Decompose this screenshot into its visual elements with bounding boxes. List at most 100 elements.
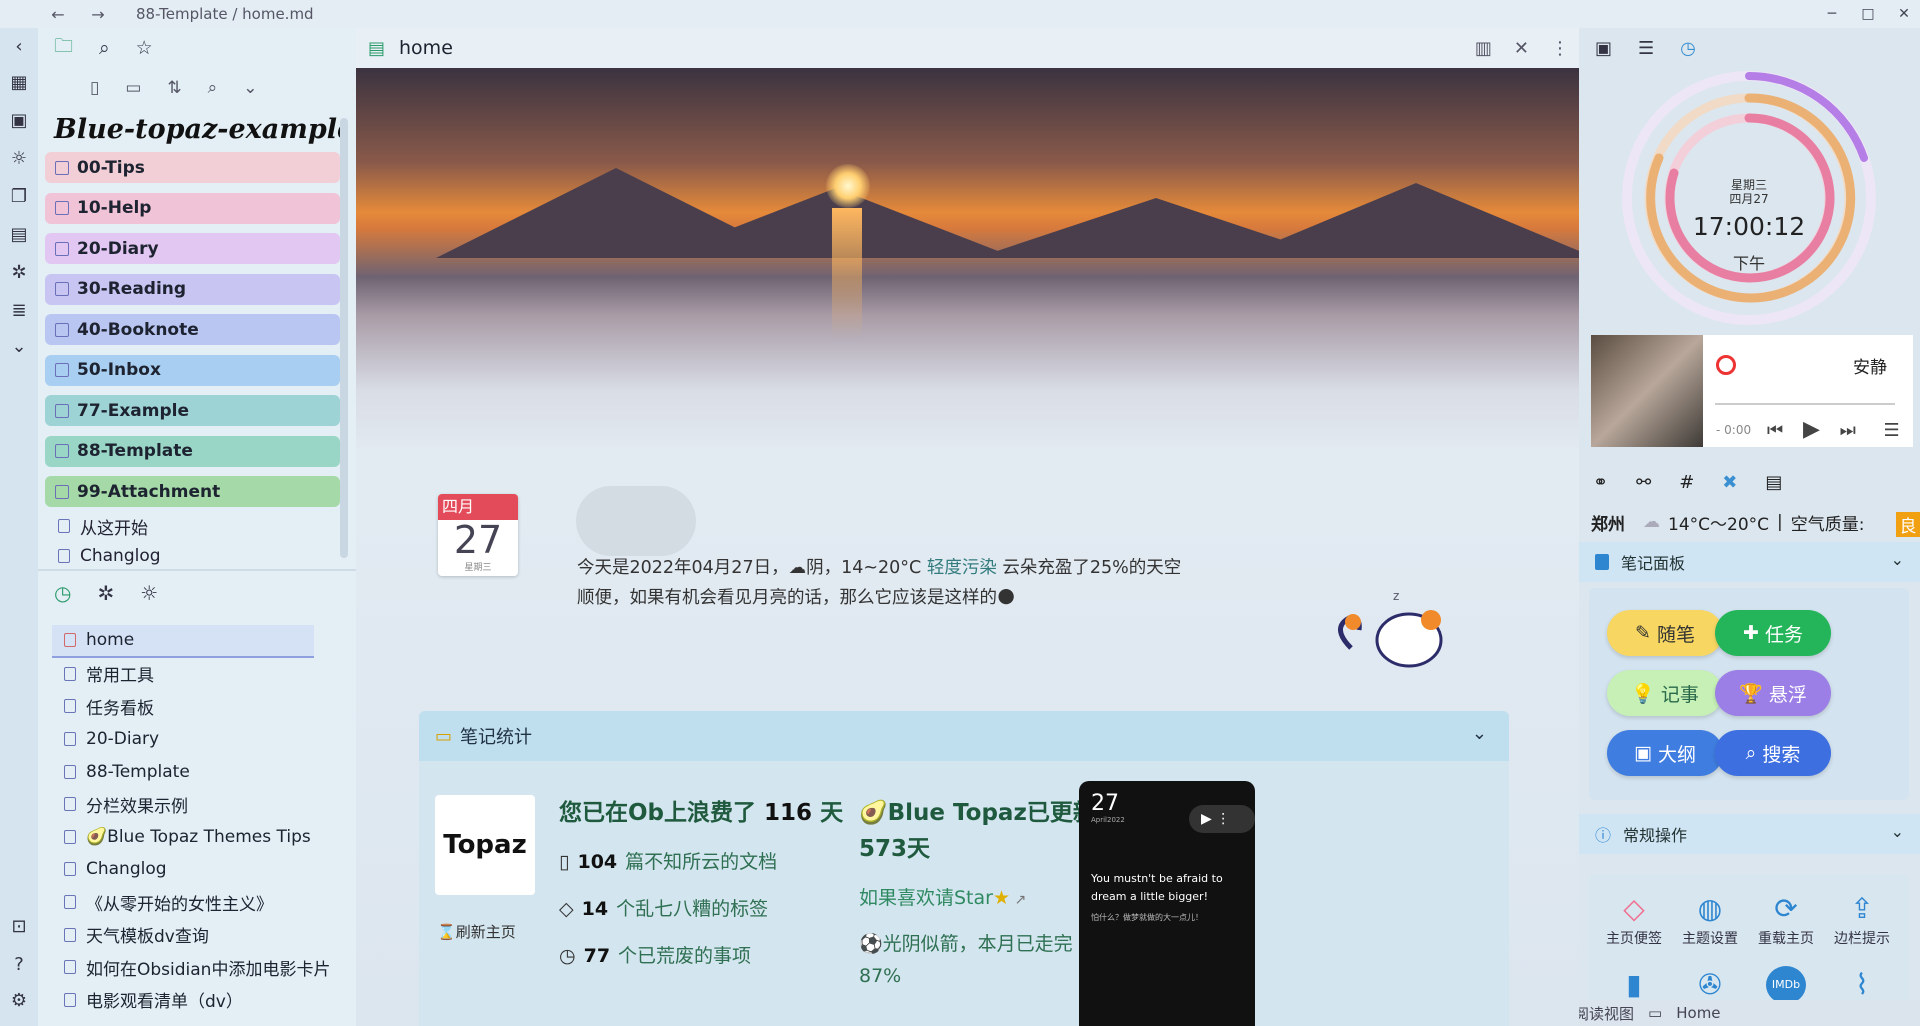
folder-10-help[interactable]: 10-Help xyxy=(45,192,340,224)
outline-icon[interactable]: ▤ xyxy=(1765,472,1782,493)
previous-track-icon[interactable]: ⏮ xyxy=(1767,420,1783,441)
help-icon[interactable]: ? xyxy=(0,954,38,975)
calendar-check-icon[interactable]: ▤ xyxy=(0,224,38,245)
reading-view-status[interactable]: 阅读视图 xyxy=(1579,1003,1634,1024)
stats-header[interactable]: ▭ 笔记统计 ⌄ xyxy=(419,711,1509,761)
folder-30-reading[interactable]: 30-Reading xyxy=(45,273,340,305)
graph-icon[interactable]: ✲ xyxy=(0,262,38,283)
bulb-icon[interactable]: ☼ xyxy=(140,581,158,605)
play-button[interactable]: ▶ ⋮ xyxy=(1189,805,1255,833)
calendar-weekday: 星期三 xyxy=(464,563,492,573)
file-item[interactable]: Changlog xyxy=(38,541,356,569)
home-note-op[interactable]: ◇ 主页便签 xyxy=(1599,890,1669,948)
file-icon xyxy=(64,633,76,648)
next-track-icon[interactable]: ⏭ xyxy=(1840,420,1856,441)
recent-item[interactable]: 电影观看清单（dv） xyxy=(38,984,356,1017)
folder-50-inbox[interactable]: 50-Inbox xyxy=(45,354,340,386)
folder-00-tips[interactable]: 00-Tips xyxy=(45,152,340,183)
tag-hash-icon[interactable]: # xyxy=(1679,472,1694,493)
clock-icon[interactable]: ◷ xyxy=(1680,38,1696,59)
recent-item[interactable]: 任务看板 xyxy=(38,690,356,723)
ops-panel-header[interactable]: ⓘ 常规操作 ⌄ xyxy=(1579,814,1920,854)
memo-button[interactable]: 💡 记事 xyxy=(1607,670,1723,716)
recent-item[interactable]: 天气模板dv查询 xyxy=(38,918,356,951)
search-button[interactable]: ⌕ 搜索 xyxy=(1715,730,1831,776)
folder-icon[interactable]: 🗀 xyxy=(54,32,73,64)
link-icon[interactable]: ⚭ xyxy=(1593,472,1608,493)
collapse-left-icon[interactable]: ‹ xyxy=(0,36,38,57)
chevron-down-icon[interactable]: ⌄ xyxy=(0,336,38,357)
refresh-home-link[interactable]: ⌛刷新主页 xyxy=(437,921,516,942)
search-files-icon[interactable]: ⌕ xyxy=(208,78,218,98)
minimize-button[interactable]: ─ xyxy=(1816,0,1848,28)
folder-icon xyxy=(55,444,69,458)
recent-item-home[interactable]: home xyxy=(52,625,314,658)
forward-arrow-icon[interactable]: → xyxy=(84,5,112,24)
more-options-icon[interactable]: ⋮ xyxy=(1551,38,1569,59)
music-time: - 0:00 xyxy=(1716,423,1752,437)
chevron-down-icon[interactable]: ⌄ xyxy=(1891,550,1904,569)
recent-item[interactable]: 88-Template xyxy=(38,755,356,788)
imdb-op[interactable]: IMDb xyxy=(1751,966,1821,1004)
settings-icon[interactable]: ⚙ xyxy=(0,990,38,1011)
tab-title[interactable]: home xyxy=(399,37,453,59)
theme-settings-op[interactable]: ◍ 主题设置 xyxy=(1675,890,1745,948)
reading-view-icon[interactable]: ▥ xyxy=(1475,38,1492,59)
recent-item[interactable]: 分栏效果示例 xyxy=(38,788,356,821)
folder-99-attachment[interactable]: 99-Attachment xyxy=(45,476,340,507)
clock-icon[interactable]: ◷ xyxy=(54,581,71,605)
unlink-icon[interactable]: ⚯ xyxy=(1636,472,1651,493)
chevron-down-icon[interactable]: ⌄ xyxy=(1891,822,1904,841)
graph-icon[interactable]: ✲ xyxy=(97,581,114,605)
float-button[interactable]: 🏆 悬浮 xyxy=(1715,670,1831,716)
new-note-icon[interactable]: ▯ xyxy=(90,78,99,98)
star-icon[interactable]: ☆ xyxy=(136,37,153,59)
close-icon[interactable]: ✕ xyxy=(1514,38,1529,59)
close-window-button[interactable]: ✕ xyxy=(1888,0,1920,28)
reload-home-op[interactable]: ⟳ 重载主页 xyxy=(1751,890,1821,948)
search-icon[interactable]: ⌕ xyxy=(99,37,110,59)
table-icon[interactable]: ▦ xyxy=(0,72,38,93)
folder-label: 30-Reading xyxy=(77,279,187,299)
note-panel-header[interactable]: 笔记面板 ⌄ xyxy=(1579,542,1920,582)
folder-40-booknote[interactable]: 40-Booknote xyxy=(45,314,340,345)
explorer-scrollbar[interactable] xyxy=(340,118,348,558)
folder-77-example[interactable]: 77-Example xyxy=(45,395,340,426)
recent-item[interactable]: 🥑Blue Topaz Themes Tips xyxy=(38,821,356,854)
back-arrow-icon[interactable]: ← xyxy=(44,5,72,24)
star-link[interactable]: 如果喜欢请Star★ ↗ xyxy=(859,883,1099,910)
bulb-icon[interactable]: ☼ xyxy=(0,148,38,169)
calendar-icon[interactable]: ▣ xyxy=(0,110,38,131)
recent-item[interactable]: 《从零开始的女性主义》 xyxy=(38,886,356,919)
file-item[interactable]: 从这开始 xyxy=(38,511,356,541)
book-op[interactable]: ▮ xyxy=(1599,966,1669,1004)
new-folder-icon[interactable]: ▭ xyxy=(125,78,141,98)
tools-icon[interactable]: ✖ xyxy=(1722,472,1737,493)
stack-icon[interactable]: ≣ xyxy=(0,300,38,321)
collapse-all-icon[interactable]: ⌄ xyxy=(243,78,257,98)
maximize-button[interactable]: □ xyxy=(1852,0,1884,28)
lock-icon[interactable]: ▭ xyxy=(1648,1004,1662,1022)
copy-icon[interactable]: ❐ xyxy=(0,186,38,207)
jot-button[interactable]: ✎ 随笔 xyxy=(1607,610,1723,656)
list-icon[interactable]: ☰ xyxy=(1638,38,1654,59)
music-progress-bar[interactable] xyxy=(1715,403,1895,405)
task-button[interactable]: ✚ 任务 xyxy=(1715,610,1831,656)
folder-20-diary[interactable]: 20-Diary xyxy=(45,233,340,264)
folder-88-template[interactable]: 88-Template xyxy=(45,435,340,467)
home-status[interactable]: Home xyxy=(1676,1004,1720,1022)
sort-icon[interactable]: ⇅ xyxy=(167,78,181,98)
outline-button[interactable]: ▣ 大纲 xyxy=(1607,730,1723,776)
recent-item[interactable]: 20-Diary xyxy=(38,723,356,756)
chart-op[interactable]: ⌇ xyxy=(1827,966,1897,1004)
calendar-check-icon[interactable]: ▣ xyxy=(1595,38,1612,59)
recent-item[interactable]: 常用工具 xyxy=(38,658,356,691)
playlist-icon[interactable]: ☰ xyxy=(1884,420,1900,441)
recent-item[interactable]: Changlog xyxy=(38,853,356,886)
film-op[interactable]: ✇ xyxy=(1675,966,1745,1004)
recent-item[interactable]: 如何在Obsidian中添加电影卡片 xyxy=(38,951,356,984)
chevron-down-icon[interactable]: ⌄ xyxy=(1472,723,1487,744)
sidebar-tip-op[interactable]: ⇪ 边栏提示 xyxy=(1827,890,1897,948)
vault-switch-icon[interactable]: ⊡ xyxy=(0,916,38,937)
play-icon[interactable]: ▶ xyxy=(1803,417,1820,442)
